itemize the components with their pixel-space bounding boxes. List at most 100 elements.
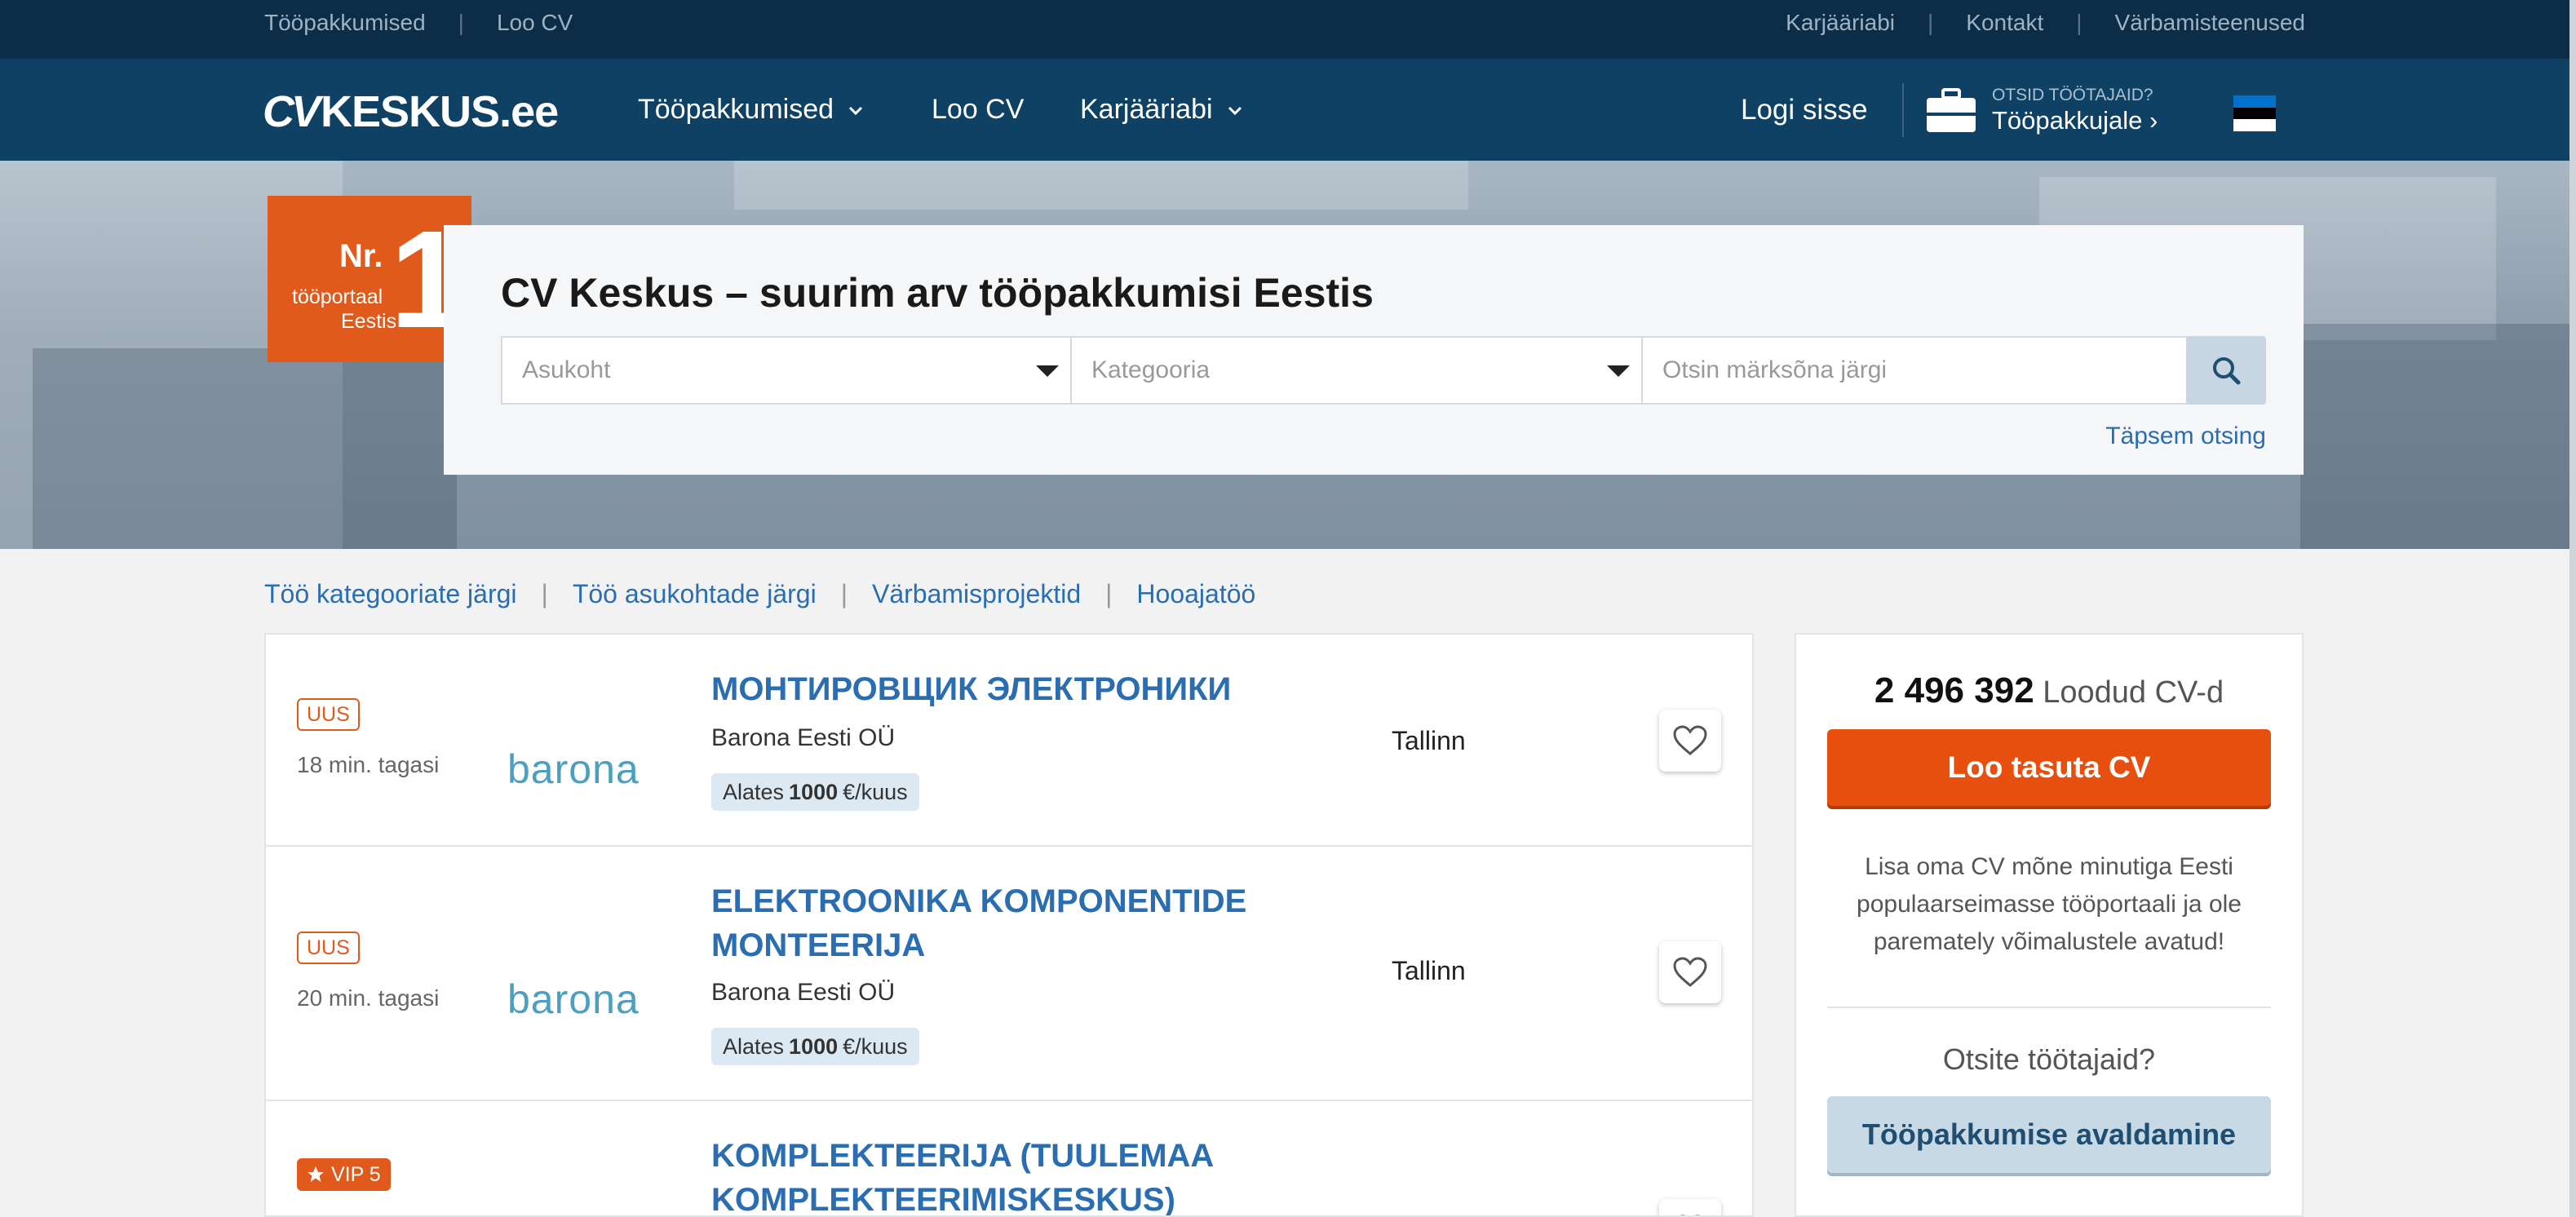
chevron-down-icon	[1228, 106, 1242, 115]
posted-time: 20 min. tagasi	[297, 985, 440, 1011]
favorite-button[interactable]	[1659, 941, 1721, 1003]
job-list: UUS 18 min. tagasi barona МОНТИРОВЩИК ЭЛ…	[264, 633, 1754, 1217]
employer-text: OTSID TÖÖTAJAID? Tööpakkujale ›	[1992, 86, 2158, 136]
nav-item-label: Loo CV	[932, 94, 1025, 125]
nav-divider	[1902, 83, 1904, 137]
top-links-right: Karjääriabi | Kontakt | Värbamisteenused	[1786, 0, 2305, 46]
new-badge: UUS	[297, 932, 360, 964]
job-listing[interactable]: VIP 5 KOMPLEKTEERIJA (TUULEMAA KOMPLEKTE…	[266, 1101, 1752, 1217]
salary-prefix: Alates	[723, 779, 785, 804]
separator: |	[541, 578, 548, 608]
background-shape	[2300, 324, 2576, 549]
cv-count: 2 496 392 Loodud CV-d	[1796, 670, 2302, 711]
separator: |	[1105, 578, 1113, 608]
salary-unit: €/kuus	[843, 1033, 908, 1059]
keyword-placeholder: Otsin märksõna järgi	[1662, 356, 1888, 383]
caret-down-icon	[1607, 365, 1630, 377]
vip-label: VIP 5	[331, 1162, 381, 1186]
job-title[interactable]: МОНТИРОВЩИК ЭЛЕКТРОНИКИ	[711, 667, 1299, 711]
subnav-seasonal-work[interactable]: Hooajatöö	[1136, 579, 1255, 609]
create-free-cv-button[interactable]: Loo tasuta CV	[1827, 729, 2271, 806]
search-icon	[2213, 357, 2241, 385]
category-select[interactable]: Kategooria	[1070, 336, 1643, 405]
company-logo: barona	[507, 746, 640, 792]
employer-label: Tööpakkujale ›	[1992, 106, 2158, 135]
salary-badge: Alates 1000 €/kuus	[711, 773, 919, 811]
top-link-career-help[interactable]: Karjääriabi	[1786, 10, 1895, 36]
employer-question: Otsite töötajaid?	[1942, 1042, 2156, 1076]
search-panel: CV Keskus – suurim arv tööpakkumisi Eest…	[444, 225, 2304, 475]
salary-badge: Alates 1000 €/kuus	[711, 1028, 919, 1065]
keyword-search-input[interactable]: Otsin märksõna järgi	[1641, 336, 2188, 405]
nav-item-label: Karjääriabi	[1080, 94, 1213, 125]
new-badge: UUS	[297, 698, 360, 731]
top-link-contact[interactable]: Kontakt	[1966, 10, 2043, 36]
cv-count-label: Loodud CV-d	[2043, 675, 2224, 710]
location-placeholder: Asukoht	[522, 356, 611, 383]
job-listing[interactable]: UUS 20 min. tagasi barona ELEKTROONIKA K…	[266, 847, 1752, 1101]
cv-count-value: 2 496 392	[1874, 670, 2034, 710]
separator: |	[2076, 10, 2082, 35]
vip-badge: VIP 5	[297, 1158, 391, 1191]
star-icon	[308, 1166, 324, 1182]
subnav-by-category[interactable]: Töö kategooriate järgi	[264, 579, 517, 609]
top-utility-bar: Tööpakkumised | Loo CV Karjääriabi | Kon…	[0, 0, 2576, 59]
company-logo: barona	[507, 976, 640, 1022]
main-navigation: CV KESKUS .ee Tööpakkumised Loo CV Karjä…	[0, 59, 2576, 161]
badge-line2: Eestis	[341, 310, 397, 333]
favorite-button[interactable]	[1659, 1199, 1721, 1217]
page-scrollbar[interactable]	[2569, 0, 2576, 1217]
location-select[interactable]: Asukoht	[501, 336, 1072, 405]
posted-time: 18 min. tagasi	[297, 752, 440, 777]
divider	[1827, 1007, 2271, 1008]
background-shape	[33, 348, 457, 549]
logo-tld: .ee	[499, 87, 559, 136]
subnav-recruitment-projects[interactable]: Värbamisprojektid	[872, 579, 1081, 609]
language-flag-icon[interactable]	[2233, 95, 2276, 132]
subnav-by-location[interactable]: Töö asukohtade järgi	[573, 579, 817, 609]
salary-prefix: Alates	[723, 1033, 785, 1059]
cv-sidebar: 2 496 392 Loodud CV-d Loo tasuta CV Lisa…	[1795, 633, 2304, 1217]
nav-item-career-help[interactable]: Karjääriabi	[1080, 59, 1246, 161]
background-shape	[734, 161, 1468, 210]
search-button[interactable]	[2186, 336, 2266, 405]
top-link-create-cv[interactable]: Loo CV	[497, 10, 573, 36]
heart-icon	[1673, 957, 1707, 987]
nav-item-create-cv[interactable]: Loo CV	[932, 59, 1024, 161]
job-title[interactable]: ELEKTROONIKA KOMPONENTIDE MONTEERIJA	[711, 879, 1299, 967]
nav-item-jobs[interactable]: Tööpakkumised	[638, 59, 866, 161]
login-link[interactable]: Logi sisse	[1741, 59, 1868, 161]
site-logo[interactable]: CV KESKUS .ee	[263, 86, 559, 136]
employer-small-label: OTSID TÖÖTAJAID?	[1992, 86, 2153, 104]
category-placeholder: Kategooria	[1091, 356, 1211, 383]
flag-stripe-black	[2233, 107, 2276, 120]
separator: |	[1928, 10, 1934, 35]
flag-stripe-white	[2233, 119, 2276, 132]
advanced-search-link[interactable]: Täpsem otsing	[2105, 423, 2266, 450]
separator: |	[458, 10, 464, 35]
company-name: Barona Eesti OÜ	[711, 979, 896, 1006]
nr1-badge: Nr. 1 tööportaal Eestis	[268, 196, 471, 383]
badge-line1: tööportaal	[292, 285, 383, 308]
logo-cv: CV	[263, 87, 321, 136]
top-links-left: Tööpakkumised | Loo CV	[264, 0, 573, 46]
heart-icon	[1672, 1214, 1708, 1217]
page-title: CV Keskus – suurim arv tööpakkumisi Eest…	[501, 270, 1374, 316]
cv-promo-text: Lisa oma CV mõne minutiga Eesti populaar…	[1857, 853, 2242, 955]
job-listing[interactable]: UUS 18 min. tagasi barona МОНТИРОВЩИК ЭЛ…	[266, 635, 1752, 847]
publish-job-button[interactable]: Tööpakkumise avaldamine	[1827, 1096, 2271, 1173]
badge-nr: Nr.	[339, 238, 383, 274]
company-name: Barona Eesti OÜ	[711, 724, 896, 751]
job-location: Tallinn	[1392, 956, 1466, 985]
chevron-down-icon	[848, 106, 863, 115]
employer-link[interactable]: OTSID TÖÖTAJAID? Tööpakkujale ›	[1925, 80, 2158, 142]
nav-item-label: Tööpakkumised	[638, 94, 834, 125]
job-title[interactable]: KOMPLEKTEERIJA (TUULEMAA KOMPLEKTEERIMIS…	[711, 1134, 1299, 1215]
briefcase-icon	[1927, 88, 1976, 132]
separator: |	[840, 578, 848, 608]
salary-value: 1000	[789, 779, 839, 804]
salary-value: 1000	[789, 1033, 839, 1059]
top-link-recruitment-services[interactable]: Värbamisteenused	[2115, 10, 2305, 36]
top-link-jobs[interactable]: Tööpakkumised	[264, 10, 426, 36]
favorite-button[interactable]	[1659, 710, 1721, 772]
